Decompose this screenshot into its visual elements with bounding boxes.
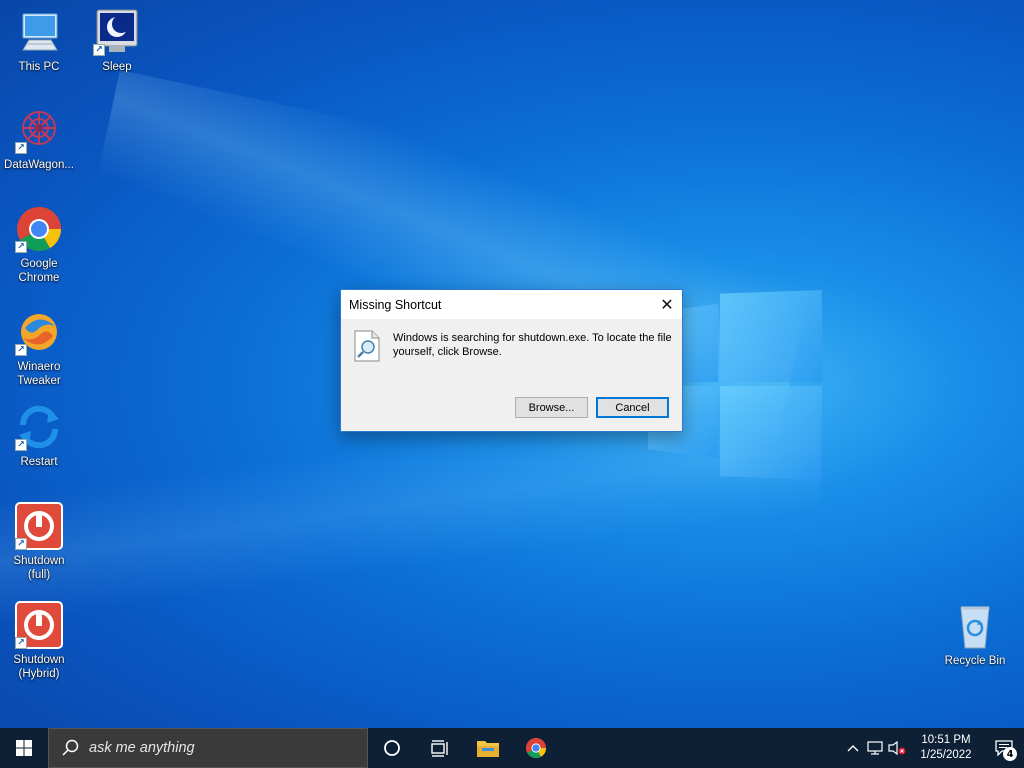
desktop-icon-datawagon[interactable]: ↗ DataWagon... xyxy=(0,106,78,172)
missing-shortcut-dialog: Missing Shortcut ✕ Windows is searching … xyxy=(340,289,683,432)
desktop-icon-label: DataWagon... xyxy=(4,159,74,171)
shortcut-arrow-icon: ↗ xyxy=(15,344,27,356)
desktop-icon-sleep[interactable]: ↗ Sleep xyxy=(78,8,156,74)
shortcut-arrow-icon: ↗ xyxy=(15,439,27,451)
file-search-icon xyxy=(354,330,380,362)
desktop-icon-label: Sleep xyxy=(102,61,132,73)
chevron-up-icon[interactable] xyxy=(842,728,864,768)
shortcut-arrow-icon: ↗ xyxy=(15,538,27,550)
shortcut-arrow-icon: ↗ xyxy=(93,44,105,56)
search-placeholder: ask me anything xyxy=(89,740,195,756)
dialog-message: Windows is searching for shutdown.exe. T… xyxy=(393,332,672,358)
close-icon[interactable]: ✕ xyxy=(652,290,682,319)
datawagon-icon: ↗ xyxy=(15,106,63,154)
desktop-icon-restart[interactable]: ↗ Restart xyxy=(0,403,78,469)
start-button[interactable] xyxy=(0,728,48,768)
desktop-icon-label: Winaero Tweaker xyxy=(17,361,61,387)
recycle-bin-icon xyxy=(951,602,999,650)
desktop-icon-label: Shutdown (Hybrid) xyxy=(13,654,65,680)
desktop-icon-recycle-bin[interactable]: Recycle Bin xyxy=(936,602,1014,668)
chrome-icon xyxy=(525,737,547,759)
dialog-body: Windows is searching for shutdown.exe. T… xyxy=(341,319,682,431)
volume-muted-icon[interactable] xyxy=(886,728,908,768)
clock-time: 10:51 PM xyxy=(921,734,971,746)
restart-icon: ↗ xyxy=(15,403,63,451)
action-center-button[interactable]: 4 xyxy=(984,728,1024,768)
computer-icon xyxy=(15,8,63,56)
taskbar: ask me anything 10:51 PM 1/25/2022 4 xyxy=(0,728,1024,768)
chrome-icon: ↗ xyxy=(15,205,63,253)
search-icon xyxy=(62,739,79,756)
shortcut-arrow-icon: ↗ xyxy=(15,142,27,154)
taskbar-search-box[interactable]: ask me anything xyxy=(48,728,368,768)
winaero-icon: ↗ xyxy=(15,308,63,356)
cortana-circle-icon xyxy=(384,740,400,756)
shortcut-arrow-icon: ↗ xyxy=(15,241,27,253)
network-icon[interactable] xyxy=(864,728,886,768)
desktop-icon-this-pc[interactable]: This PC xyxy=(0,8,78,74)
desktop-icon-shutdown-full[interactable]: ↗ Shutdown (full) xyxy=(0,502,78,582)
shortcut-arrow-icon: ↗ xyxy=(15,637,27,649)
desktop-icon-label: Restart xyxy=(20,456,58,468)
task-view-button[interactable] xyxy=(416,728,464,768)
desktop-icon-label: Google Chrome xyxy=(18,258,60,284)
clock-date: 1/25/2022 xyxy=(920,749,972,761)
power-icon: ↗ xyxy=(15,601,63,649)
taskbar-clock[interactable]: 10:51 PM 1/25/2022 xyxy=(908,733,984,763)
dialog-title: Missing Shortcut xyxy=(349,297,442,312)
cancel-button[interactable]: Cancel xyxy=(596,397,669,418)
notification-count-badge: 4 xyxy=(1003,747,1017,761)
browse-button[interactable]: Browse... xyxy=(515,397,588,418)
folder-icon xyxy=(477,741,499,757)
desktop-icon-label: This PC xyxy=(18,61,60,73)
file-explorer-button[interactable] xyxy=(464,728,512,768)
power-icon: ↗ xyxy=(15,502,63,550)
desktop-icon-shutdown-hybrid[interactable]: ↗ Shutdown (Hybrid) xyxy=(0,601,78,681)
system-tray: 10:51 PM 1/25/2022 4 xyxy=(842,728,1024,768)
dialog-titlebar[interactable]: Missing Shortcut ✕ xyxy=(341,290,682,319)
desktop-icon-label: Recycle Bin xyxy=(944,655,1006,667)
windows-start-icon xyxy=(16,740,32,756)
chrome-taskbar-button[interactable] xyxy=(512,728,560,768)
desktop-icon-winaero-tweaker[interactable]: ↗ Winaero Tweaker xyxy=(0,308,78,388)
cortana-button[interactable] xyxy=(368,728,416,768)
desktop-icon-google-chrome[interactable]: ↗ Google Chrome xyxy=(0,205,78,285)
desktop-icon-label: Shutdown (full) xyxy=(13,555,65,581)
sleep-moon-icon: ↗ xyxy=(93,8,141,56)
task-view-icon xyxy=(431,740,448,757)
